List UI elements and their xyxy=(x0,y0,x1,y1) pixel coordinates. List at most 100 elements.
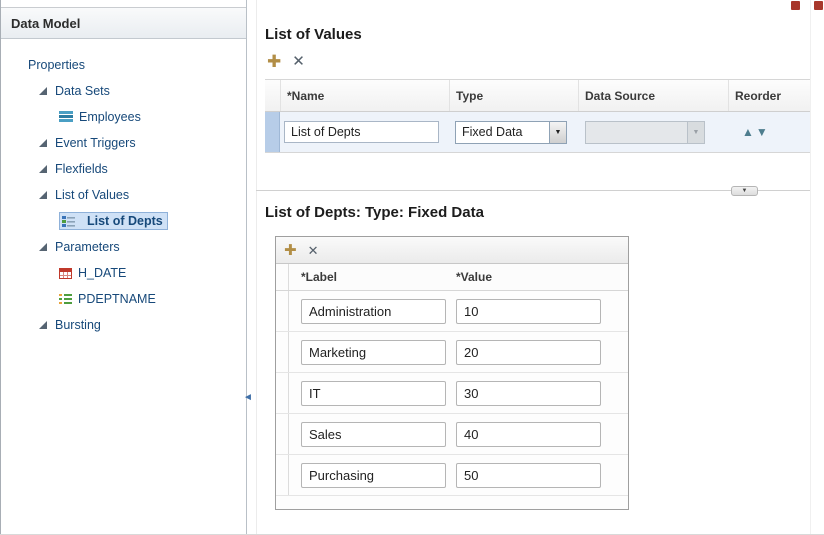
detail-row[interactable] xyxy=(276,455,628,496)
value-input[interactable] xyxy=(456,422,601,447)
expander-icon[interactable] xyxy=(39,139,47,147)
tree-item-event-triggers[interactable]: Event Triggers xyxy=(1,130,246,156)
expander-icon[interactable] xyxy=(39,321,47,329)
horizontal-splitter[interactable] xyxy=(256,190,810,191)
type-select[interactable]: Fixed Data ▼ xyxy=(455,121,567,144)
add-icon[interactable]: ✚ xyxy=(267,53,281,70)
lov-list-icon xyxy=(62,215,75,227)
expander-icon[interactable] xyxy=(39,191,47,199)
expander-icon[interactable] xyxy=(39,165,47,173)
row-selector[interactable] xyxy=(276,332,289,372)
lov-toolbar: ✚ ✕ xyxy=(267,53,305,70)
detail-row[interactable] xyxy=(276,414,628,455)
selected-tree-node[interactable]: List of Depts xyxy=(59,212,168,230)
tree-item-label: H_DATE xyxy=(78,266,126,280)
lov-name-input[interactable] xyxy=(284,121,439,143)
scrollbar-track[interactable] xyxy=(810,0,824,535)
reorder-cell: ▲ ▼ xyxy=(728,112,810,152)
sidebar-collapse-icon[interactable]: ◄ xyxy=(243,392,253,403)
detail-section-title: List of Depts: Type: Fixed Data xyxy=(265,204,484,221)
tree-item-label: Data Sets xyxy=(55,84,110,98)
splitter-arrow-icon: ▼ xyxy=(742,188,748,194)
tree-item-label: Flexfields xyxy=(55,162,108,176)
row-selector[interactable] xyxy=(276,373,289,413)
detail-row[interactable] xyxy=(276,291,628,332)
detail-toolbar: ✚ ✕ xyxy=(276,237,628,264)
lov-table-row[interactable]: Fixed Data ▼ ▼ ▲ ▼ xyxy=(265,112,810,153)
data-source-select-value xyxy=(586,122,687,143)
tree-item-label: Parameters xyxy=(55,240,120,254)
type-select-value: Fixed Data xyxy=(456,122,549,143)
detail-table-header: *Label *Value xyxy=(276,264,628,291)
data-model-editor: Data Model Properties Data Sets Employee xyxy=(0,0,824,535)
delete-icon[interactable]: ✕ xyxy=(308,244,319,257)
lov-table-header: *Name Type Data Source Reorder xyxy=(265,79,810,112)
lov-table: *Name Type Data Source Reorder Fixed Dat… xyxy=(265,79,810,153)
delete-icon[interactable]: ✕ xyxy=(292,54,305,69)
value-input[interactable] xyxy=(456,463,601,488)
column-header-reorder: Reorder xyxy=(728,80,810,111)
calendar-icon xyxy=(59,267,72,279)
tree-item-flexfields[interactable]: Flexfields xyxy=(1,156,246,182)
lov-section-title: List of Values xyxy=(265,26,362,43)
dropdown-button-disabled: ▼ xyxy=(687,122,704,143)
sidebar-splitter[interactable] xyxy=(248,0,257,535)
tree-item-label: List of Depts xyxy=(87,214,163,228)
tree-item-bursting[interactable]: Bursting xyxy=(1,312,246,338)
panel-padding xyxy=(276,496,628,509)
tree-item-pdeptname[interactable]: PDEPTNAME xyxy=(1,286,246,312)
label-input[interactable] xyxy=(301,381,446,406)
tree-item-parameters[interactable]: Parameters xyxy=(1,234,246,260)
value-input[interactable] xyxy=(456,381,601,406)
expander-icon[interactable] xyxy=(39,243,47,251)
reorder-up-button[interactable]: ▲ xyxy=(742,126,754,138)
expander-icon[interactable] xyxy=(39,87,47,95)
chevron-down-icon: ▼ xyxy=(693,129,700,136)
sidebar: Data Model Properties Data Sets Employee xyxy=(1,0,247,535)
sidebar-title: Data Model xyxy=(11,16,80,31)
column-header-type: Type xyxy=(449,80,578,111)
tree-item-label: List of Values xyxy=(55,188,129,202)
column-header-value: *Value xyxy=(449,264,628,290)
header-gutter xyxy=(276,264,289,290)
tree-item-label: Properties xyxy=(28,58,85,72)
label-input[interactable] xyxy=(301,299,446,324)
header-gutter xyxy=(265,80,280,111)
tree-item-list-of-depts[interactable]: List of Depts xyxy=(1,208,246,234)
tree-item-data-sets[interactable]: Data Sets xyxy=(1,78,246,104)
column-header-data-source: Data Source xyxy=(578,80,728,111)
add-icon[interactable]: ✚ xyxy=(284,243,297,258)
fixed-data-panel: ✚ ✕ *Label *Value xyxy=(275,236,629,510)
value-input[interactable] xyxy=(456,299,601,324)
tree-item-employees[interactable]: Employees xyxy=(1,104,246,130)
row-selector[interactable] xyxy=(276,414,289,454)
chevron-down-icon: ▼ xyxy=(555,129,562,136)
label-input[interactable] xyxy=(301,422,446,447)
tree-item-label: Bursting xyxy=(55,318,101,332)
sidebar-header: Data Model xyxy=(1,7,246,39)
tree-item-h-date[interactable]: H_DATE xyxy=(1,260,246,286)
tree-item-properties[interactable]: Properties xyxy=(1,52,246,78)
detail-row[interactable] xyxy=(276,373,628,414)
row-selector[interactable] xyxy=(276,291,289,331)
column-header-label: *Label xyxy=(289,264,449,290)
detail-row[interactable] xyxy=(276,332,628,373)
dropdown-button[interactable]: ▼ xyxy=(549,122,566,143)
tree-item-label: PDEPTNAME xyxy=(78,292,156,306)
label-input[interactable] xyxy=(301,463,446,488)
reorder-down-button[interactable]: ▼ xyxy=(756,126,768,138)
row-selector[interactable] xyxy=(265,112,280,152)
window-control-icon[interactable] xyxy=(791,1,800,10)
column-header-name: *Name xyxy=(280,80,449,111)
data-model-tree: Properties Data Sets Employees Eve xyxy=(1,39,246,338)
data-source-select: ▼ xyxy=(585,121,705,144)
row-selector[interactable] xyxy=(276,455,289,495)
splitter-handle[interactable]: ▼ xyxy=(731,186,758,196)
value-input[interactable] xyxy=(456,340,601,365)
label-input[interactable] xyxy=(301,340,446,365)
tree-item-list-of-values[interactable]: List of Values xyxy=(1,182,246,208)
dataset-table-icon xyxy=(59,111,73,123)
window-control-icon[interactable] xyxy=(814,1,823,10)
tree-item-label: Employees xyxy=(79,110,141,124)
tree-item-label: Event Triggers xyxy=(55,136,136,150)
